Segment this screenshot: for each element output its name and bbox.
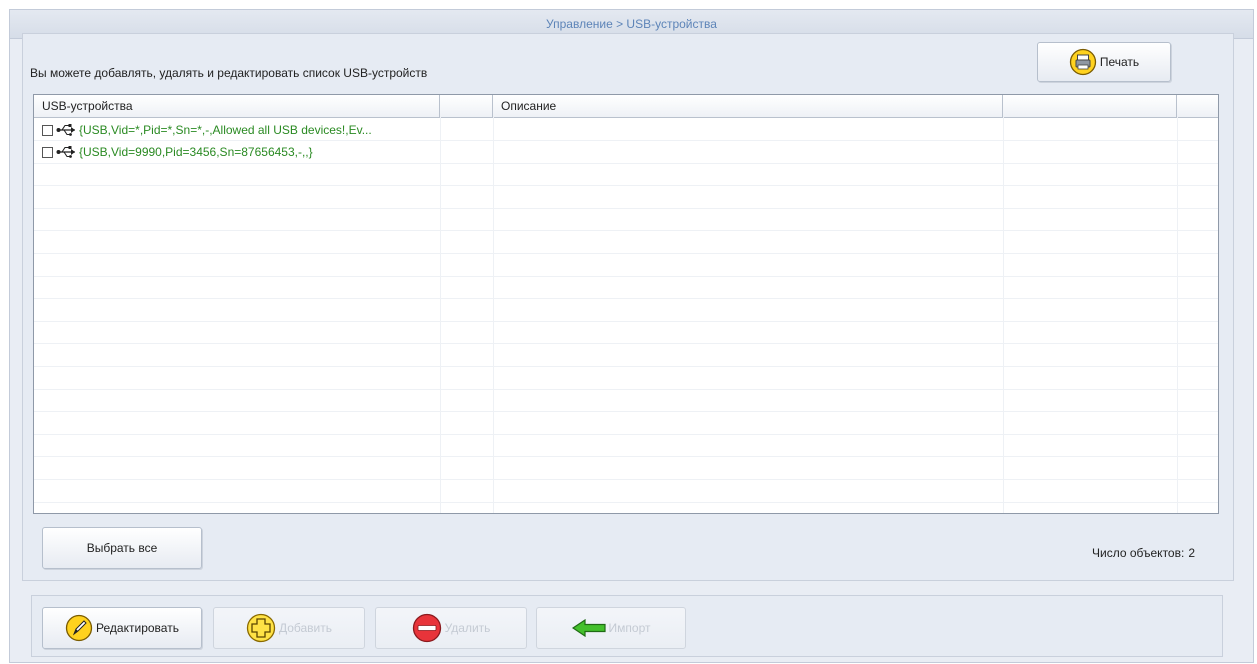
edit-label: Редактировать bbox=[96, 621, 179, 635]
column-header-usb-devices[interactable]: USB-устройства bbox=[34, 95, 440, 117]
usb-icon bbox=[56, 124, 76, 136]
add-button[interactable]: Добавить bbox=[213, 607, 365, 649]
grid-row-line bbox=[34, 140, 1218, 141]
usb-devices-table: USB-устройства Описание {USB,Vid=*,Pid=*… bbox=[33, 94, 1219, 514]
print-label: Печать bbox=[1099, 55, 1140, 69]
intro-text: Вы можете добавлять, удалять и редактиро… bbox=[30, 66, 428, 80]
grid-column-line bbox=[493, 117, 494, 513]
grid-row-line bbox=[34, 163, 1218, 164]
delete-button[interactable]: Удалить bbox=[375, 607, 527, 649]
plus-icon bbox=[246, 613, 276, 643]
table-row[interactable]: {USB,Vid=*,Pid=*,Sn=*,-,Allowed all USB … bbox=[42, 120, 372, 140]
import-button[interactable]: Импорт bbox=[536, 607, 686, 649]
grid-row-line bbox=[34, 321, 1218, 322]
row-checkbox[interactable] bbox=[42, 146, 53, 158]
printer-icon bbox=[1069, 48, 1097, 76]
grid-row-line bbox=[34, 253, 1218, 254]
select-all-button[interactable]: Выбрать все bbox=[42, 527, 202, 569]
column-header-5[interactable] bbox=[1177, 95, 1218, 117]
grid-row-line bbox=[34, 343, 1218, 344]
table-header: USB-устройства Описание bbox=[34, 95, 1218, 118]
grid-row-line bbox=[34, 366, 1218, 367]
usb-icon bbox=[56, 146, 76, 158]
edit-button[interactable]: Редактировать bbox=[42, 607, 202, 649]
column-header-description[interactable]: Описание bbox=[493, 95, 1003, 117]
table-row[interactable]: {USB,Vid=9990,Pid=3456,Sn=87656453,-,,} bbox=[42, 142, 313, 162]
object-count: Число объектов: 2 bbox=[1092, 546, 1195, 560]
grid-row-line bbox=[34, 230, 1218, 231]
grid-column-line bbox=[1177, 117, 1178, 513]
grid-column-line bbox=[440, 117, 441, 513]
import-label: Импорт bbox=[608, 621, 651, 635]
object-count-value: 2 bbox=[1188, 546, 1195, 560]
select-all-label: Выбрать все bbox=[86, 541, 158, 555]
grid-row-line bbox=[34, 479, 1218, 480]
grid-row-line bbox=[34, 456, 1218, 457]
grid-row-line bbox=[34, 276, 1218, 277]
column-header-2[interactable] bbox=[440, 95, 493, 117]
minus-icon bbox=[412, 613, 442, 643]
row-text: {USB,Vid=9990,Pid=3456,Sn=87656453,-,,} bbox=[79, 145, 313, 159]
column-header-4[interactable] bbox=[1003, 95, 1177, 117]
object-count-label: Число объектов: bbox=[1092, 546, 1185, 560]
delete-label: Удалить bbox=[444, 621, 491, 635]
grid-row-line bbox=[34, 434, 1218, 435]
grid-column-line bbox=[1003, 117, 1004, 513]
pencil-icon bbox=[65, 614, 93, 642]
grid-row-line bbox=[34, 208, 1218, 209]
add-label: Добавить bbox=[278, 621, 333, 635]
grid-row-line bbox=[34, 389, 1218, 390]
arrow-left-icon bbox=[571, 619, 606, 637]
grid-row-line bbox=[34, 298, 1218, 299]
print-button[interactable]: Печать bbox=[1037, 42, 1171, 82]
grid-row-line bbox=[34, 502, 1218, 503]
row-text: {USB,Vid=*,Pid=*,Sn=*,-,Allowed all USB … bbox=[79, 123, 372, 137]
grid-row-line bbox=[34, 185, 1218, 186]
row-checkbox[interactable] bbox=[42, 124, 53, 136]
grid-row-line bbox=[34, 411, 1218, 412]
